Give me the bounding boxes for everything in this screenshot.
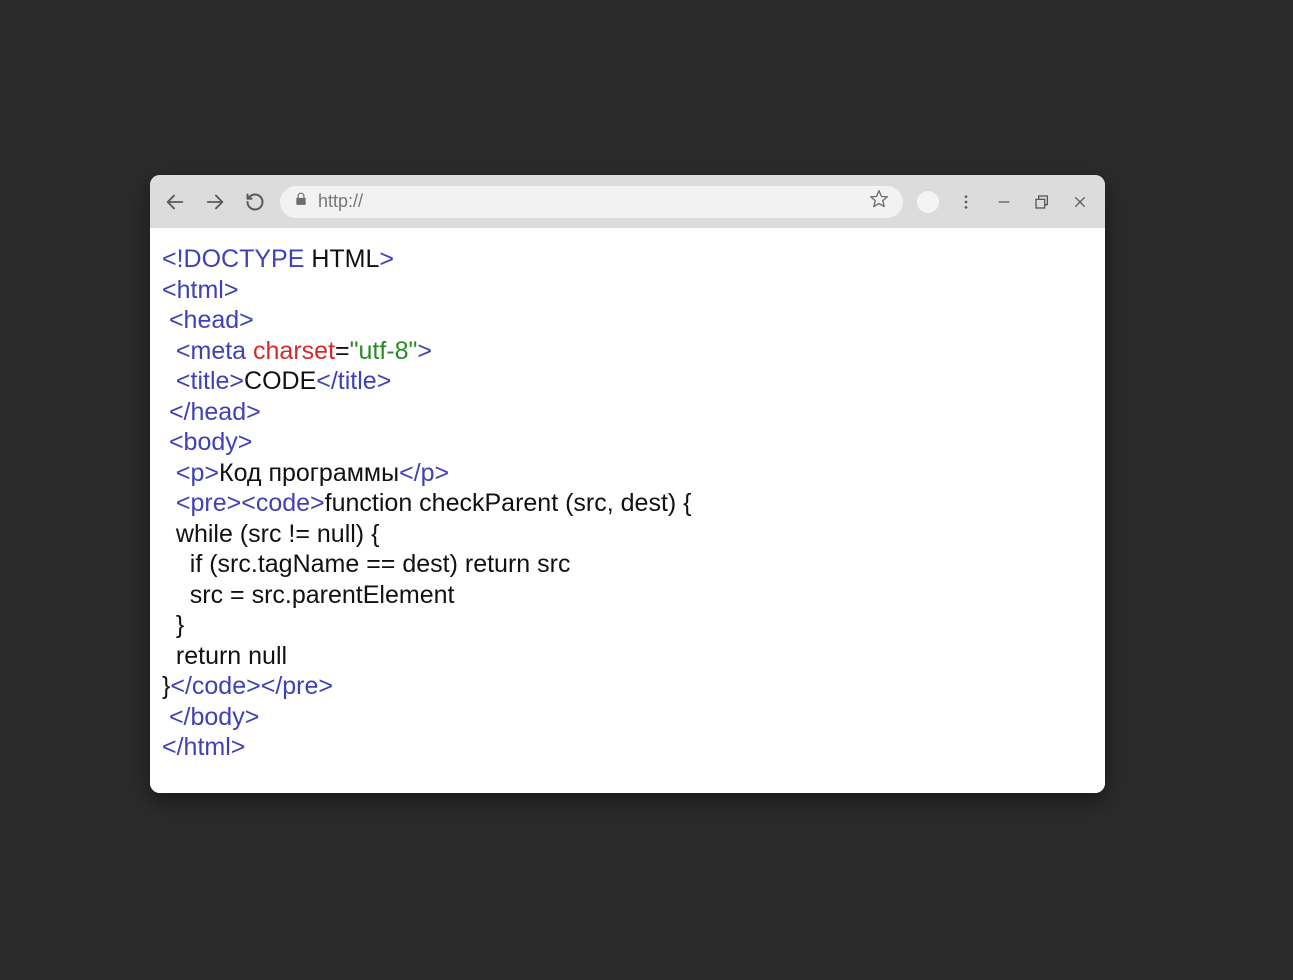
- token: CODE: [244, 367, 316, 395]
- token: [162, 367, 176, 395]
- token: [162, 337, 176, 365]
- token: src = src.parentElement: [162, 581, 454, 609]
- token: HTML: [311, 245, 379, 273]
- code-line-3: <head>: [162, 305, 1093, 336]
- code-line-11: if (src.tagName == dest) return src: [162, 549, 1093, 580]
- code-line-14: return null: [162, 641, 1093, 672]
- token: charset: [253, 337, 335, 365]
- code-line-9: <pre><code>function checkParent (src, de…: [162, 488, 1093, 519]
- code-line-8: <p>Код программы</p>: [162, 458, 1093, 489]
- token: [162, 489, 176, 517]
- token: <pre>: [176, 489, 241, 517]
- code-line-16: </body>: [162, 702, 1093, 733]
- window-controls: [917, 191, 1091, 213]
- code-line-4: <meta charset="utf-8">: [162, 336, 1093, 367]
- code-line-10: while (src != null) {: [162, 519, 1093, 550]
- token: function checkParent (src, dest) {: [325, 489, 692, 517]
- token: </html>: [162, 733, 245, 761]
- token: </pre>: [261, 672, 333, 700]
- token: </title>: [316, 367, 391, 395]
- token: [162, 703, 169, 731]
- nav-buttons: [164, 191, 266, 213]
- token: <head>: [169, 306, 254, 334]
- code-line-15: }</code></pre>: [162, 671, 1093, 702]
- token: [162, 398, 169, 426]
- code-line-12: src = src.parentElement: [162, 580, 1093, 611]
- token: [162, 459, 176, 487]
- address-bar[interactable]: [280, 186, 903, 218]
- token: <meta: [176, 337, 253, 365]
- code-line-7: <body>: [162, 427, 1093, 458]
- token: "utf-8": [350, 337, 418, 365]
- browser-window: <!DOCTYPE HTML> <html> <head> <meta char…: [150, 175, 1105, 793]
- token: </code>: [170, 672, 260, 700]
- maximize-button[interactable]: [1031, 191, 1053, 213]
- code-line-1: <!DOCTYPE HTML>: [162, 244, 1093, 275]
- code-line-6: </head>: [162, 397, 1093, 428]
- token: }: [162, 611, 184, 639]
- menu-button[interactable]: [955, 191, 977, 213]
- reload-button[interactable]: [244, 191, 266, 213]
- close-button[interactable]: [1069, 191, 1091, 213]
- token: if (src.tagName == dest) return src: [162, 550, 570, 578]
- lock-icon: [294, 192, 308, 211]
- token: =: [335, 337, 350, 365]
- token: Код программы: [219, 459, 399, 487]
- token: <body>: [169, 428, 252, 456]
- minimize-button[interactable]: [993, 191, 1015, 213]
- code-line-2: <html>: [162, 275, 1093, 306]
- code-line-17: </html>: [162, 732, 1093, 763]
- url-input[interactable]: [318, 191, 859, 212]
- token: >: [379, 245, 394, 273]
- back-button[interactable]: [164, 191, 186, 213]
- token: [162, 428, 169, 456]
- profile-avatar[interactable]: [917, 191, 939, 213]
- token: while (src != null) {: [162, 520, 379, 548]
- token: [162, 306, 169, 334]
- page-content: <!DOCTYPE HTML> <html> <head> <meta char…: [150, 228, 1105, 793]
- token: >: [417, 337, 432, 365]
- token: <p>: [176, 459, 219, 487]
- token: return null: [162, 642, 287, 670]
- forward-button[interactable]: [204, 191, 226, 213]
- token: <title>: [176, 367, 244, 395]
- browser-toolbar: [150, 175, 1105, 228]
- token: </head>: [169, 398, 261, 426]
- token: </p>: [399, 459, 449, 487]
- token: <html>: [162, 276, 238, 304]
- bookmark-star-icon[interactable]: [869, 189, 889, 214]
- token: </body>: [169, 703, 259, 731]
- code-line-13: }: [162, 610, 1093, 641]
- token: <code>: [241, 489, 324, 517]
- token: <!DOCTYPE: [162, 245, 304, 273]
- code-line-5: <title>CODE</title>: [162, 366, 1093, 397]
